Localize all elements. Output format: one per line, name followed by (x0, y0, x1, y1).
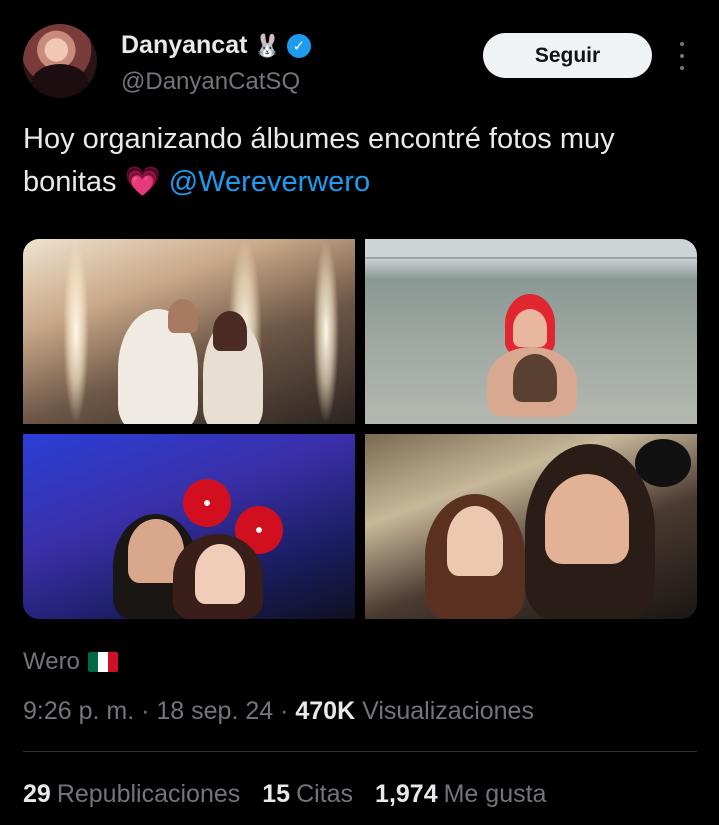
media-grid (23, 239, 697, 619)
name-row: Danyancat 🐰 ✓ (121, 31, 311, 60)
quotes-stat[interactable]: 15 Citas (262, 780, 353, 809)
views-label: Visualizaciones (362, 697, 534, 725)
display-name[interactable]: Danyancat (121, 31, 247, 60)
avatar[interactable] (23, 24, 97, 98)
divider (23, 751, 697, 752)
likes-stat[interactable]: 1,974 Me gusta (375, 780, 546, 809)
bunny-emoji: 🐰 (253, 32, 281, 58)
verified-badge-icon[interactable]: ✓ (286, 33, 311, 58)
heart-emoji: 💗 (124, 166, 161, 198)
meta-separator-2: · (273, 697, 296, 725)
views-count: 470K (295, 697, 356, 725)
reposts-stat[interactable]: 29 Republicaciones (23, 780, 240, 809)
photo-minnie-ears-couple[interactable] (23, 434, 355, 619)
likes-count: 1,974 (375, 780, 438, 808)
mention-link[interactable]: @Wereverwero (169, 166, 370, 198)
handle[interactable]: @DanyanCatSQ (121, 68, 300, 96)
tweet-meta: 9:26 p. m. · 18 sep. 24 · 470K Visualiza… (23, 697, 534, 726)
tweet-stats: 29 Republicaciones 15 Citas 1,974 Me gusta (23, 780, 546, 809)
quotes-count: 15 (262, 780, 291, 808)
tweet-time[interactable]: 9:26 p. m. (23, 697, 134, 725)
tweet-text: Hoy organizando álbumes encontré fotos m… (23, 118, 693, 204)
tweet-date[interactable]: 18 sep. 24 (156, 697, 273, 725)
follow-button[interactable]: Seguir (483, 33, 652, 78)
reposts-label: Republicaciones (56, 780, 241, 808)
tagged-name: Wero (23, 648, 80, 675)
reposts-count: 29 (23, 780, 51, 808)
photo-beach-couple[interactable] (365, 239, 697, 424)
meta-separator: · (134, 697, 157, 725)
likes-label: Me gusta (443, 780, 547, 808)
photo-sparkler-couple[interactable] (23, 239, 355, 424)
tweet-header: Danyancat 🐰 ✓ @DanyanCatSQ Seguir (23, 24, 695, 102)
tagged-user[interactable]: Wero (23, 648, 118, 676)
mexico-flag-icon (87, 652, 118, 672)
quotes-label: Citas (296, 780, 354, 808)
photo-selfie-couple[interactable] (365, 434, 697, 619)
more-dots-icon[interactable] (674, 42, 690, 70)
